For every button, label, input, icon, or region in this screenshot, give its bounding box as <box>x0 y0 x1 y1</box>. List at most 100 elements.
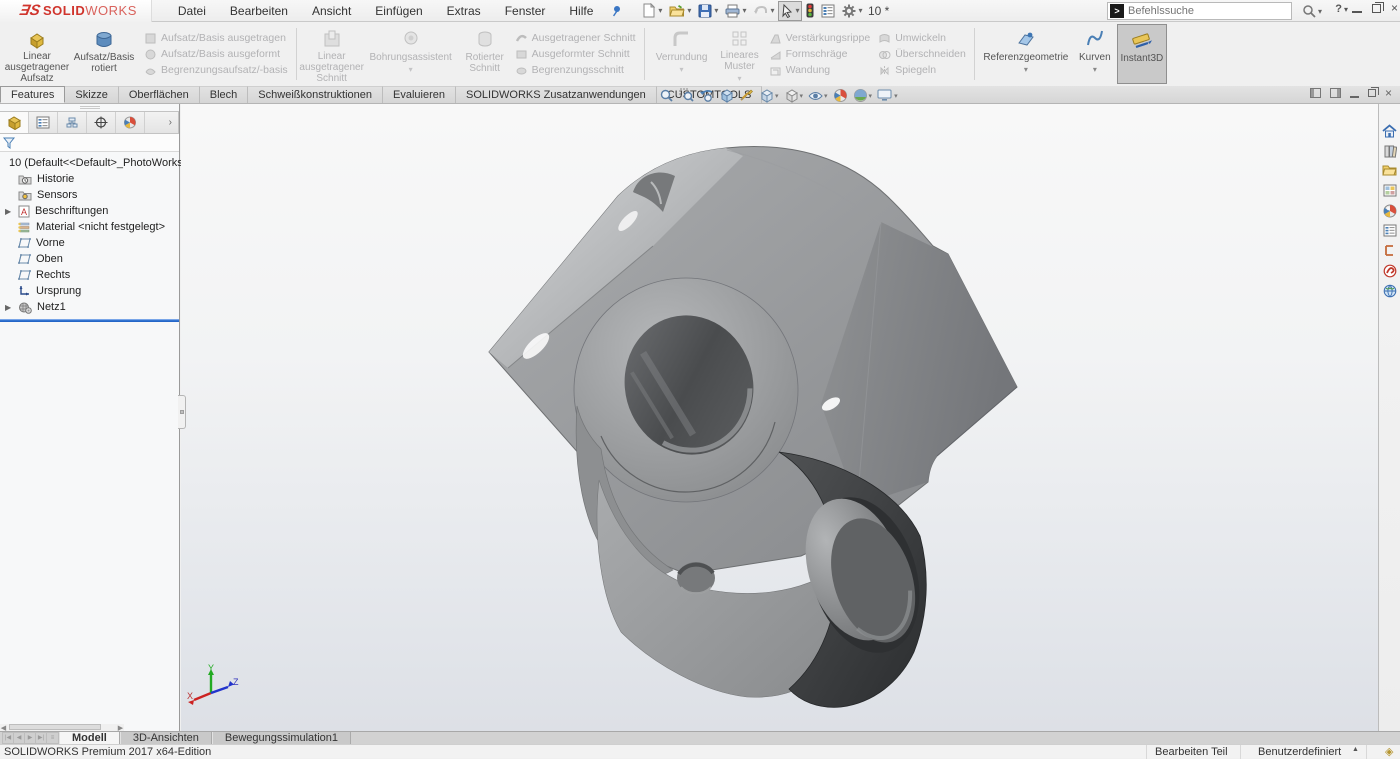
tree-item-netz1[interactable]: ▶ Netz1 <box>0 299 179 315</box>
tree-root-part[interactable]: 10 (Default<<Default>_PhotoWorks Disp <box>0 155 179 171</box>
tree-item-beschriftungen[interactable]: ▶ A Beschriftungen <box>0 203 179 219</box>
tab-blech[interactable]: Blech <box>200 86 249 103</box>
right-pane-toggle[interactable] <box>1330 88 1341 98</box>
linear-pattern-button[interactable]: Lineares Muster ▾ <box>715 24 765 84</box>
save-button[interactable]: ▾ <box>695 1 721 21</box>
rollback-bar[interactable] <box>0 319 179 322</box>
draft-disabled-button[interactable]: Formschräge <box>769 48 871 61</box>
view-settings-icon[interactable]: ▾ <box>876 87 899 104</box>
configurationmanager-tab[interactable] <box>58 112 87 133</box>
tab-features[interactable]: Features <box>0 86 65 103</box>
tab-skizze[interactable]: Skizze <box>65 86 118 103</box>
minimize-button[interactable] <box>1352 11 1362 13</box>
menu-ansicht[interactable]: Ansicht <box>300 1 363 21</box>
revolved-cut-button[interactable]: Rotierter Schnitt <box>459 24 511 84</box>
boundary-cut-disabled-button[interactable]: Begrenzungsschnitt <box>515 64 636 77</box>
search-submit-button[interactable]: ▾ <box>1302 4 1322 18</box>
tag-icon[interactable]: ◈ <box>1385 745 1393 758</box>
search-input[interactable] <box>1128 5 1289 17</box>
panel-grab-handle[interactable] <box>0 104 179 111</box>
solidworks-forum-icon[interactable] <box>1381 262 1399 279</box>
new-document-button[interactable]: ▾ <box>639 0 665 21</box>
fillet-button[interactable]: Verrundung ▾ <box>649 24 715 84</box>
file-properties-button[interactable] <box>818 1 838 21</box>
design-library-icon[interactable] <box>1381 142 1399 159</box>
tree-item-vorne[interactable]: Vorne <box>0 235 179 251</box>
previous-view-icon[interactable] <box>698 87 715 104</box>
menu-extras[interactable]: Extras <box>435 1 493 21</box>
tab-evaluieren[interactable]: Evaluieren <box>383 86 456 103</box>
doc-close-button[interactable]: × <box>1385 89 1392 98</box>
doc-minimize-button[interactable] <box>1350 96 1359 98</box>
undo-button[interactable]: ▾ <box>750 1 777 20</box>
featuremanager-tree-tab[interactable] <box>0 112 29 133</box>
hide-show-items-icon[interactable]: ▾ <box>807 87 829 104</box>
wrap-disabled-button[interactable]: Umwickeln <box>878 32 966 45</box>
doc-restore-button[interactable] <box>1368 89 1376 97</box>
tree-item-rechts[interactable]: Rechts <box>0 267 179 283</box>
displaymanager-tab[interactable] <box>116 112 145 133</box>
view-orientation-icon[interactable]: ▾ <box>758 87 780 104</box>
dimxpertmanager-tab[interactable] <box>87 112 116 133</box>
scrollbar-thumb[interactable] <box>9 724 101 730</box>
tree-item-oben[interactable]: Oben <box>0 251 179 267</box>
instant3d-button[interactable]: Instant3D <box>1117 24 1167 84</box>
extruded-cut-button[interactable]: Linear ausgetragener Schnitt <box>301 24 363 84</box>
menu-hilfe[interactable]: Hilfe <box>557 1 605 21</box>
view-palette-icon[interactable] <box>1381 182 1399 199</box>
mirror-disabled-button[interactable]: Spiegeln <box>878 64 966 77</box>
graphics-viewport[interactable]: X Y Z <box>181 104 1378 731</box>
print-button[interactable]: ▾ <box>722 1 749 21</box>
edit-appearance-icon[interactable] <box>832 87 849 104</box>
reference-geometry-button[interactable]: Referenzgeometrie ▾ <box>979 24 1073 84</box>
tree-item-sensors[interactable]: Sensors <box>0 187 179 203</box>
expand-arrow-icon[interactable]: ▶ <box>5 207 11 216</box>
curves-button[interactable]: Kurven ▾ <box>1073 24 1117 84</box>
apply-scene-icon[interactable]: ▾ <box>852 87 874 104</box>
options-button[interactable]: ▾ <box>839 1 865 21</box>
tab-zusatzanwendungen[interactable]: SOLIDWORKS Zusatzanwendungen <box>456 86 657 103</box>
shell-disabled-button[interactable]: Wandung <box>769 64 871 77</box>
swept-cut-disabled-button[interactable]: Ausgetragener Schnitt <box>515 32 636 45</box>
tab-bewegungssimulation[interactable]: Bewegungssimulation1 <box>212 732 351 744</box>
tree-item-material[interactable]: Material <nicht festgelegt> <box>0 219 179 235</box>
units-dropdown-icon[interactable]: ▲ <box>1352 746 1359 753</box>
left-pane-toggle[interactable] <box>1310 88 1321 98</box>
resources-home-icon[interactable] <box>1381 122 1399 139</box>
tree-item-historie[interactable]: Historie <box>0 171 179 187</box>
units-selector[interactable]: Benutzerdefiniert <box>1258 746 1341 758</box>
boss-extrude-disabled-button[interactable]: Aufsatz/Basis ausgetragen <box>144 32 288 45</box>
propertymanager-tab[interactable] <box>29 112 58 133</box>
lofted-cut-disabled-button[interactable]: Ausgeformter Schnitt <box>515 48 636 61</box>
display-style-icon[interactable]: ▾ <box>783 87 805 104</box>
section-view-icon[interactable] <box>718 87 735 104</box>
close-button[interactable]: × <box>1391 3 1398 13</box>
boundary-boss-disabled-button[interactable]: Begrenzungsaufsatz/-basis <box>144 64 288 77</box>
dynamic-annotation-views-icon[interactable] <box>738 87 755 104</box>
restore-button[interactable] <box>1372 4 1381 13</box>
tree-filter-bar[interactable] <box>0 134 179 152</box>
menu-fenster[interactable]: Fenster <box>493 1 558 21</box>
pin-menu-icon[interactable] <box>611 5 623 17</box>
3d-content-central-icon[interactable] <box>1381 282 1399 299</box>
expand-arrow-icon[interactable]: ▶ <box>5 303 11 312</box>
tab-scroll-buttons[interactable]: |◀◀▶▶|≡ <box>2 732 59 744</box>
panel-tabs-overflow[interactable]: › <box>169 117 178 128</box>
file-explorer-icon[interactable] <box>1381 162 1399 179</box>
extruded-boss-button[interactable]: Linear ausgetragener Aufsatz <box>6 24 68 84</box>
tree-horizontal-scrollbar[interactable]: ◀ ▶ <box>0 724 124 731</box>
intersect-disabled-button[interactable]: Überschneiden <box>878 48 966 61</box>
menu-datei[interactable]: Datei <box>166 1 218 21</box>
open-document-button[interactable]: ▾ <box>666 1 694 21</box>
tree-item-ursprung[interactable]: Ursprung <box>0 283 179 299</box>
tab-modell[interactable]: Modell <box>59 732 120 744</box>
menu-einfuegen[interactable]: Einfügen <box>363 1 434 21</box>
tab-3d-ansichten[interactable]: 3D-Ansichten <box>120 732 212 744</box>
lofted-boss-disabled-button[interactable]: Aufsatz/Basis ausgeformt <box>144 48 288 61</box>
panel-splitter-handle[interactable] <box>178 395 186 429</box>
help-button[interactable]: ?▾ <box>1335 3 1348 15</box>
menu-bearbeiten[interactable]: Bearbeiten <box>218 1 300 21</box>
zoom-to-area-icon[interactable] <box>678 87 695 104</box>
revolved-boss-button[interactable]: Aufsatz/Basis rotiert <box>68 24 140 84</box>
document-recovery-icon[interactable] <box>1381 242 1399 259</box>
